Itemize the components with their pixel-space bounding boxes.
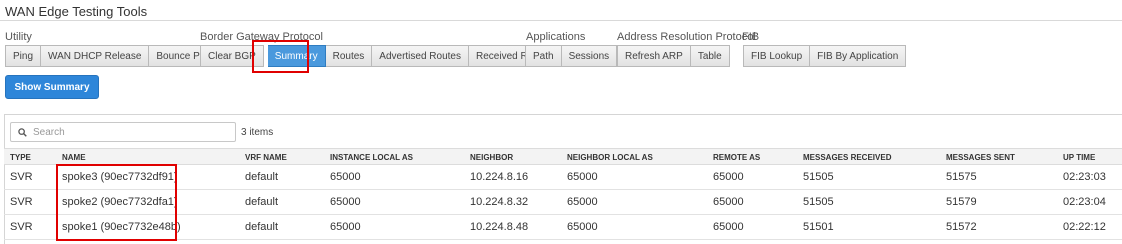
cell-neighbor: 10.224.8.16: [470, 171, 529, 183]
column-header-type[interactable]: TYPE: [10, 153, 31, 162]
group-label-bgp: Border Gateway Protocol: [200, 31, 323, 43]
sessions-button[interactable]: Sessions: [561, 45, 618, 67]
cell-instance-local-as: 65000: [330, 221, 361, 233]
group-label-utility: Utility: [5, 31, 32, 43]
search-icon: [18, 127, 27, 137]
cell-remote-as: 65000: [713, 171, 744, 183]
cell-up-time: 02:23:04: [1063, 196, 1106, 208]
column-header-name[interactable]: NAME: [62, 153, 86, 162]
cell-messages-received: 51501: [803, 221, 834, 233]
cell-neighbor-local-as: 65000: [567, 171, 598, 183]
column-header-remote-as[interactable]: REMOTE AS: [713, 153, 760, 162]
page-title: WAN Edge Testing Tools: [5, 4, 148, 19]
fib-by-application-button[interactable]: FIB By Application: [810, 45, 907, 67]
group-label-applications: Applications: [526, 31, 586, 43]
wan-dhcp-release-button[interactable]: WAN DHCP Release: [41, 45, 150, 67]
column-header-vrf-name[interactable]: VRF NAME: [245, 153, 287, 162]
column-header-messages-received[interactable]: MESSAGES RECEIVED: [803, 153, 891, 162]
clear-bgp-button[interactable]: Clear BGP: [200, 45, 264, 67]
cell-neighbor: 10.224.8.32: [470, 196, 529, 208]
arp-button-group: Refresh ARP Table: [617, 45, 730, 67]
group-label-fib: FIB: [742, 31, 760, 43]
cell-type: SVR: [10, 221, 33, 233]
cell-vrf-name: default: [245, 196, 279, 208]
applications-button-group: Path Sessions: [525, 45, 618, 67]
cell-type: SVR: [10, 171, 33, 183]
cell-name: spoke2 (90ec7732dfa1): [62, 196, 178, 208]
routes-button[interactable]: Routes: [325, 45, 373, 67]
cell-up-time: 02:23:03: [1063, 171, 1106, 183]
cell-messages-sent: 51575: [946, 171, 977, 183]
column-header-instance-local-as[interactable]: INSTANCE LOCAL AS: [330, 153, 413, 162]
column-header-messages-sent[interactable]: MESSAGES SENT: [946, 153, 1015, 162]
column-header-neighbor-local-as[interactable]: NEIGHBOR LOCAL AS: [567, 153, 653, 162]
fib-button-group: FIB Lookup FIB By Application: [743, 45, 907, 67]
group-label-arp: Address Resolution Protocol: [617, 31, 756, 43]
cell-vrf-name: default: [245, 221, 279, 233]
ping-button[interactable]: Ping: [5, 45, 42, 67]
cell-neighbor-local-as: 65000: [567, 196, 598, 208]
arp-table-button[interactable]: Table: [690, 45, 730, 67]
cell-type: SVR: [10, 196, 33, 208]
cell-neighbor-local-as: 65000: [567, 221, 598, 233]
cell-instance-local-as: 65000: [330, 171, 361, 183]
cell-neighbor: 10.224.8.48: [470, 221, 529, 233]
cell-up-time: 02:22:12: [1063, 221, 1106, 233]
cell-instance-local-as: 65000: [330, 196, 361, 208]
search-box: [10, 122, 236, 142]
item-count: 3 items: [241, 127, 274, 138]
column-header-up-time[interactable]: UP TIME: [1063, 153, 1095, 162]
show-summary-button[interactable]: Show Summary: [5, 75, 99, 99]
advertised-routes-button[interactable]: Advertised Routes: [372, 45, 469, 67]
cell-remote-as: 65000: [713, 221, 744, 233]
cell-messages-sent: 51579: [946, 196, 977, 208]
search-input[interactable]: [33, 126, 223, 138]
summary-button[interactable]: Summary: [267, 45, 326, 67]
cell-name: spoke1 (90ec7732e48b): [62, 221, 181, 233]
path-button[interactable]: Path: [525, 45, 562, 67]
cell-vrf-name: default: [245, 171, 279, 183]
cell-name: spoke3 (90ec7732df91): [62, 171, 178, 183]
cell-messages-received: 51505: [803, 196, 834, 208]
cell-remote-as: 65000: [713, 196, 744, 208]
column-header-neighbor[interactable]: NEIGHBOR: [470, 153, 513, 162]
bgp-button-group: Clear BGP Summary Routes Advertised Rout…: [200, 45, 561, 67]
refresh-arp-button[interactable]: Refresh ARP: [617, 45, 691, 67]
title-divider: [0, 20, 1122, 21]
cell-messages-sent: 51572: [946, 221, 977, 233]
cell-messages-received: 51505: [803, 171, 834, 183]
fib-lookup-button[interactable]: FIB Lookup: [743, 45, 811, 67]
utility-button-group: Ping WAN DHCP Release Bounce Port: [5, 45, 220, 67]
